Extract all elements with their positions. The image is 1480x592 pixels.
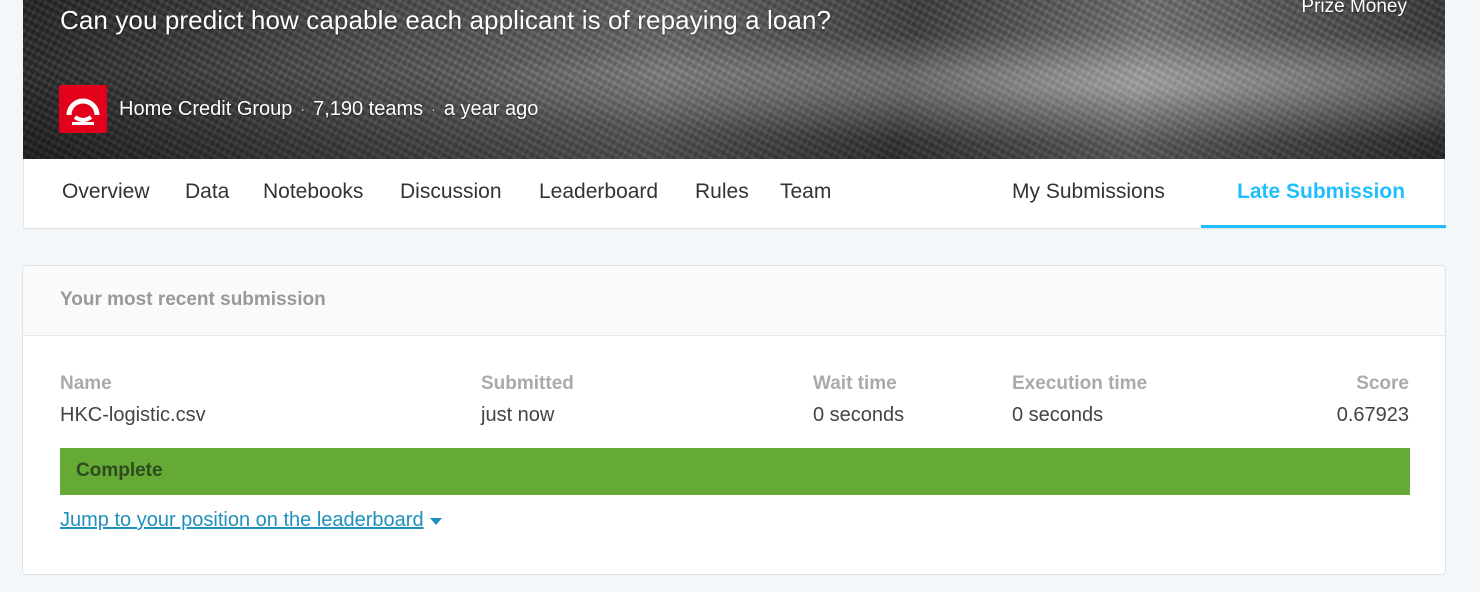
tab-late-submission[interactable]: Late Submission bbox=[1237, 159, 1405, 228]
status-bar: Complete bbox=[60, 448, 1410, 495]
tab-leaderboard[interactable]: Leaderboard bbox=[539, 159, 658, 228]
name-column-label: Name bbox=[60, 373, 112, 394]
separator: · bbox=[431, 101, 436, 117]
tab-my-submissions[interactable]: My Submissions bbox=[1012, 159, 1165, 228]
execution-time-column-label: Execution time bbox=[1012, 373, 1148, 394]
tab-discussion[interactable]: Discussion bbox=[400, 159, 502, 228]
caret-down-icon bbox=[429, 518, 442, 525]
home-credit-logo-icon[interactable] bbox=[59, 85, 107, 133]
wait-time-column-label: Wait time bbox=[813, 373, 897, 394]
tab-team[interactable]: Team bbox=[780, 159, 831, 228]
competition-tabs: Overview Data Notebooks Discussion Leade… bbox=[23, 159, 1446, 229]
tab-rules[interactable]: Rules bbox=[695, 159, 749, 228]
page: Can you predict how capable each applica… bbox=[0, 0, 1480, 592]
score-value: 0.67923 bbox=[1336, 404, 1409, 426]
card-title: Your most recent submission bbox=[23, 266, 1445, 336]
score-column-label: Score bbox=[1356, 373, 1409, 394]
status-label: Complete bbox=[76, 460, 163, 481]
tab-notebooks[interactable]: Notebooks bbox=[263, 159, 363, 228]
execution-time-value: 0 seconds bbox=[1012, 404, 1104, 426]
separator: · bbox=[300, 101, 306, 117]
logo-graphic bbox=[66, 98, 100, 125]
recent-submission-card: Your most recent submission Name HKC-log… bbox=[22, 265, 1446, 575]
submitted-column-label: Submitted bbox=[481, 373, 574, 394]
team-count: 7,190 teams bbox=[313, 97, 424, 120]
competition-banner: Can you predict how capable each applica… bbox=[23, 0, 1445, 159]
active-tab-indicator bbox=[1201, 225, 1446, 228]
tab-overview[interactable]: Overview bbox=[62, 159, 150, 228]
submission-file-name: HKC-logistic.csv bbox=[60, 404, 206, 426]
competition-age: a year ago bbox=[443, 97, 539, 120]
submitted-time: just now bbox=[481, 404, 555, 426]
competition-title: Can you predict how capable each applica… bbox=[60, 5, 832, 35]
jump-to-leaderboard-link[interactable]: Jump to your position on the leaderboard bbox=[60, 509, 442, 532]
host-info: Home Credit Group · 7,190 teams · a year… bbox=[59, 85, 538, 133]
prize-money-label: Prize Money bbox=[1301, 0, 1407, 17]
host-name[interactable]: Home Credit Group bbox=[119, 98, 292, 121]
tab-data[interactable]: Data bbox=[185, 159, 229, 228]
jump-link-text: Jump to your position on the leaderboard bbox=[60, 509, 424, 531]
wait-time-value: 0 seconds bbox=[813, 404, 905, 426]
